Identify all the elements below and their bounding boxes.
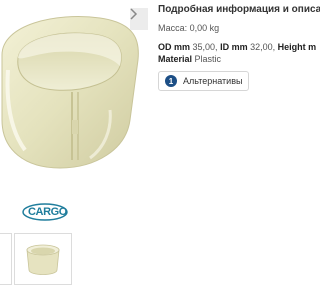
material-row: Material Plastic xyxy=(158,54,221,64)
brand-logo-text: CARGO xyxy=(28,206,67,218)
thumbnail-ring-image xyxy=(26,244,60,275)
height-label: Height m xyxy=(277,42,317,52)
mass-row: Масса: 0,00 kg xyxy=(158,23,219,33)
alternatives-count-badge: 1 xyxy=(165,75,177,87)
od-value: 35,00, xyxy=(192,42,218,52)
alternatives-button[interactable]: 1 Альтернативы xyxy=(158,71,249,91)
dimensions-row: OD mm 35,00, ID mm 32,00, Height m xyxy=(158,42,316,52)
chevron-right-icon xyxy=(130,8,138,20)
id-label: ID mm xyxy=(220,42,248,52)
plastic-ring-image xyxy=(1,16,139,169)
material-label: Material xyxy=(158,54,193,64)
next-image-arrow[interactable] xyxy=(130,8,148,30)
thumbnail-1[interactable] xyxy=(0,233,12,285)
details-heading: Подробная информация и описан xyxy=(158,4,320,15)
od-label: OD mm xyxy=(158,42,191,52)
alternatives-label: Альтернативы xyxy=(183,76,243,86)
mass-value: 0,00 kg xyxy=(189,23,220,33)
main-product-image[interactable] xyxy=(0,0,150,228)
material-value: Plastic xyxy=(194,54,222,64)
mass-label: Масса: xyxy=(158,23,188,33)
cargo-brand-logo: CARGO xyxy=(22,203,68,221)
id-value: 32,00, xyxy=(250,42,276,52)
thumbnail-2[interactable] xyxy=(14,233,72,285)
